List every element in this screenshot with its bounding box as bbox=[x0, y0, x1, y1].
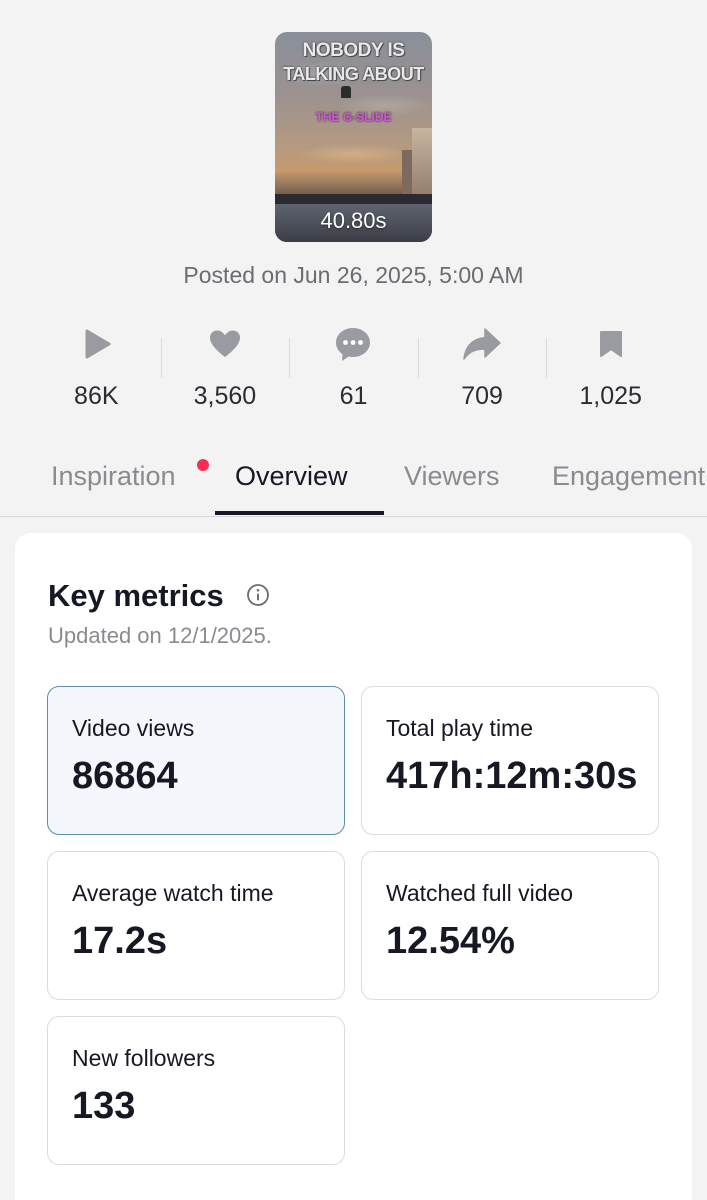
play-icon bbox=[80, 322, 112, 366]
tab-engagement[interactable]: Engagement bbox=[552, 461, 705, 492]
updated-date: Updated on 12/1/2025. bbox=[48, 623, 272, 648]
metric-new-followers[interactable]: New followers 133 bbox=[47, 1016, 345, 1165]
stat-value: 61 bbox=[339, 382, 368, 410]
metric-value: 133 bbox=[72, 1085, 136, 1127]
metric-label: Total play time bbox=[386, 715, 534, 741]
metric-total-play-time[interactable]: Total play time 417h:12m:30s bbox=[361, 686, 659, 835]
active-tab-indicator bbox=[215, 511, 384, 515]
stat-value: 709 bbox=[461, 382, 503, 410]
tab-viewers[interactable]: Viewers bbox=[404, 461, 500, 492]
stat-shares: 709 bbox=[417, 322, 547, 422]
share-icon bbox=[463, 322, 501, 366]
bookmark-icon bbox=[599, 322, 623, 366]
stat-views: 86K bbox=[32, 322, 161, 422]
metric-label: New followers bbox=[72, 1045, 216, 1071]
thumbnail-figure bbox=[341, 86, 351, 98]
metric-label: Watched full video bbox=[386, 880, 574, 906]
stat-value: 86K bbox=[74, 382, 119, 410]
thumbnail-ledge bbox=[275, 194, 432, 204]
key-metrics-card: Key metrics Updated on 12/1/2025. Video … bbox=[15, 533, 692, 1200]
thumbnail-tag: THE G-SLIDE bbox=[315, 110, 392, 124]
tab-inspiration[interactable]: Inspiration bbox=[51, 461, 176, 492]
metric-value: 86864 bbox=[72, 755, 178, 797]
metric-label: Average watch time bbox=[72, 880, 274, 906]
stat-value: 3,560 bbox=[193, 382, 257, 410]
heart-icon bbox=[209, 322, 241, 366]
video-thumbnail[interactable]: NOBODY IS TALKING ABOUT THE G-SLIDE 40.8… bbox=[275, 32, 432, 242]
metric-value: 17.2s bbox=[72, 920, 168, 962]
stat-comments: 61 bbox=[289, 322, 418, 422]
comment-icon bbox=[334, 322, 372, 366]
analytics-tabs: Inspiration Overview Viewers Engagement bbox=[0, 455, 707, 517]
thumbnail-caption-line2: TALKING ABOUT bbox=[283, 64, 424, 84]
metric-value: 417h:12m:30s bbox=[386, 755, 638, 797]
metric-label: Video views bbox=[72, 715, 195, 741]
metric-average-watch-time[interactable]: Average watch time 17.2s bbox=[47, 851, 345, 1000]
video-duration: 40.80s bbox=[320, 208, 387, 233]
stats-row: 86K 3,560 61 709 1,025 bbox=[32, 322, 675, 422]
metric-video-views[interactable]: Video views 86864 bbox=[47, 686, 345, 835]
metric-watched-full-video[interactable]: Watched full video 12.54% bbox=[361, 851, 659, 1000]
posted-date: Posted on Jun 26, 2025, 5:00 AM bbox=[183, 262, 524, 288]
card-title: Key metrics bbox=[48, 578, 224, 613]
video-analytics-page: NOBODY IS TALKING ABOUT THE G-SLIDE 40.8… bbox=[0, 0, 707, 1200]
stat-saves: 1,025 bbox=[546, 322, 675, 422]
stat-likes: 3,560 bbox=[160, 322, 290, 422]
metric-value: 12.54% bbox=[386, 920, 515, 962]
stat-value: 1,025 bbox=[579, 382, 642, 410]
tab-overview[interactable]: Overview bbox=[235, 461, 348, 492]
notification-dot bbox=[197, 459, 209, 471]
thumbnail-caption-line1: NOBODY IS bbox=[302, 40, 405, 61]
info-icon[interactable] bbox=[246, 583, 270, 607]
